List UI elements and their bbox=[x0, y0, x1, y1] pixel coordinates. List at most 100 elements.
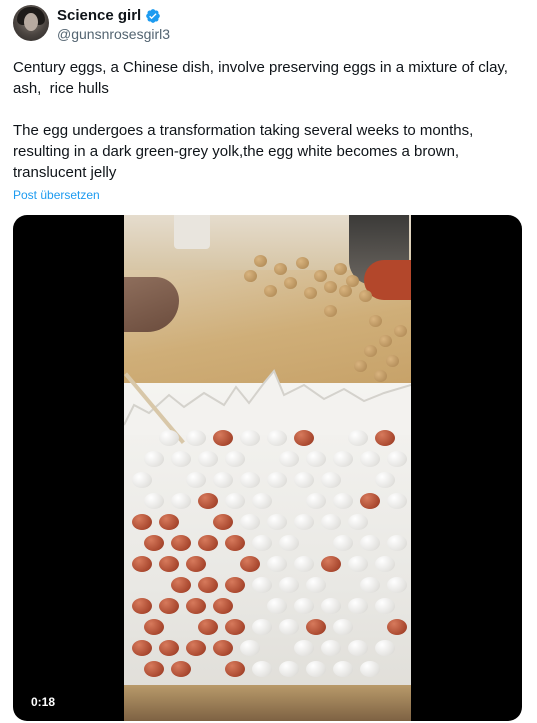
white-egg bbox=[294, 640, 314, 656]
translate-post-link[interactable]: Post übersetzen bbox=[13, 188, 100, 202]
white-egg bbox=[267, 472, 287, 488]
white-egg bbox=[348, 598, 368, 614]
clay-ball bbox=[296, 257, 309, 269]
brown-egg bbox=[171, 661, 191, 677]
white-egg bbox=[360, 661, 380, 677]
brown-egg bbox=[360, 493, 380, 509]
clay-ball bbox=[274, 263, 287, 275]
white-egg bbox=[306, 577, 326, 593]
white-egg bbox=[159, 430, 179, 446]
white-egg bbox=[279, 451, 299, 467]
clay-ball bbox=[379, 335, 392, 347]
white-egg bbox=[321, 640, 341, 656]
white-egg bbox=[144, 493, 164, 509]
white-egg bbox=[387, 535, 407, 551]
white-egg bbox=[279, 619, 299, 635]
white-egg bbox=[252, 661, 272, 677]
clay-ball bbox=[339, 285, 352, 297]
clay-ball bbox=[264, 285, 277, 297]
white-egg bbox=[225, 451, 245, 467]
white-egg bbox=[267, 598, 287, 614]
video-player[interactable]: 0:18 bbox=[13, 215, 522, 721]
brown-egg bbox=[240, 556, 260, 572]
clay-ball bbox=[324, 281, 337, 293]
clay-ball bbox=[359, 290, 372, 302]
white-egg bbox=[186, 472, 206, 488]
brown-egg bbox=[225, 535, 245, 551]
white-egg bbox=[348, 514, 368, 530]
brown-egg bbox=[213, 514, 233, 530]
brown-egg bbox=[225, 619, 245, 635]
white-egg bbox=[294, 598, 314, 614]
clay-ball bbox=[369, 315, 382, 327]
white-egg bbox=[360, 535, 380, 551]
brown-egg bbox=[159, 640, 179, 656]
white-egg bbox=[240, 514, 260, 530]
brown-egg bbox=[198, 577, 218, 593]
brown-egg bbox=[198, 535, 218, 551]
white-egg bbox=[306, 451, 326, 467]
brown-egg bbox=[159, 514, 179, 530]
white-egg bbox=[321, 514, 341, 530]
video-duration: 0:18 bbox=[31, 695, 56, 709]
white-egg bbox=[240, 472, 260, 488]
brown-egg bbox=[306, 619, 326, 635]
clay-ball bbox=[334, 263, 347, 275]
white-egg bbox=[387, 493, 407, 509]
avatar[interactable] bbox=[13, 5, 49, 41]
brown-egg bbox=[159, 556, 179, 572]
avatar-face bbox=[24, 13, 38, 31]
white-egg bbox=[333, 619, 353, 635]
white-egg bbox=[333, 493, 353, 509]
author-handle[interactable]: @gunsnrosesgirl3 bbox=[57, 25, 170, 44]
brown-egg bbox=[225, 661, 245, 677]
white-egg bbox=[279, 661, 299, 677]
brown-egg bbox=[171, 535, 191, 551]
brown-egg bbox=[144, 535, 164, 551]
brown-egg bbox=[159, 598, 179, 614]
white-egg bbox=[267, 514, 287, 530]
video-thumbnail[interactable] bbox=[124, 215, 411, 721]
white-egg bbox=[333, 535, 353, 551]
white-egg bbox=[360, 577, 380, 593]
white-egg bbox=[144, 451, 164, 467]
white-egg bbox=[225, 493, 245, 509]
brown-egg bbox=[144, 619, 164, 635]
white-egg bbox=[375, 598, 395, 614]
white-egg bbox=[387, 451, 407, 467]
white-egg bbox=[198, 451, 218, 467]
brown-egg bbox=[132, 598, 152, 614]
author-names: Science girl @gunsnrosesgirl3 bbox=[57, 6, 170, 44]
white-egg bbox=[279, 577, 299, 593]
brown-egg bbox=[132, 514, 152, 530]
brown-egg bbox=[213, 640, 233, 656]
white-egg bbox=[171, 493, 191, 509]
brown-egg bbox=[198, 619, 218, 635]
white-egg bbox=[333, 661, 353, 677]
brown-egg bbox=[213, 598, 233, 614]
white-egg bbox=[306, 493, 326, 509]
brown-egg bbox=[186, 640, 206, 656]
white-egg bbox=[252, 619, 272, 635]
white-egg bbox=[186, 430, 206, 446]
tweet-text: Century eggs, a Chinese dish, involve pr… bbox=[13, 59, 508, 181]
tray-rim bbox=[124, 685, 411, 721]
clay-ball bbox=[304, 287, 317, 299]
brown-egg bbox=[294, 430, 314, 446]
white-egg bbox=[348, 430, 368, 446]
brown-egg bbox=[132, 556, 152, 572]
display-name[interactable]: Science girl bbox=[57, 6, 141, 25]
clay-ball bbox=[254, 255, 267, 267]
clay-ball bbox=[284, 277, 297, 289]
white-egg bbox=[279, 535, 299, 551]
brown-egg bbox=[171, 577, 191, 593]
white-egg bbox=[348, 640, 368, 656]
clay-ball bbox=[364, 345, 377, 357]
white-egg bbox=[306, 661, 326, 677]
white-egg bbox=[252, 535, 272, 551]
brown-egg bbox=[186, 556, 206, 572]
white-egg bbox=[294, 556, 314, 572]
cup bbox=[174, 215, 210, 249]
clay-ball bbox=[244, 270, 257, 282]
white-egg bbox=[252, 577, 272, 593]
